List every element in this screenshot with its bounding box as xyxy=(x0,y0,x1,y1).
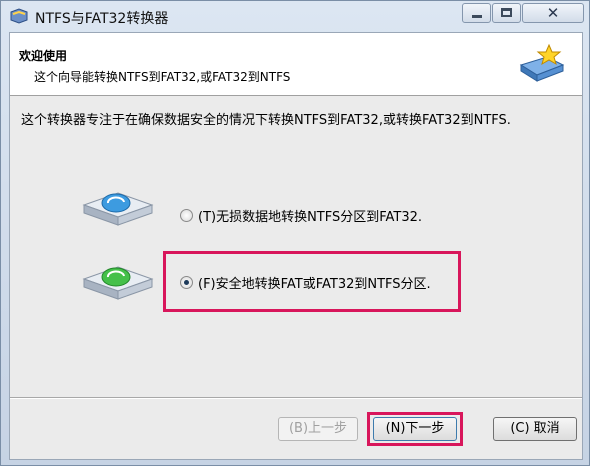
header-title: 欢迎使用 xyxy=(19,49,68,63)
title-bar[interactable]: NTFS与FAT32转换器 ✕ xyxy=(1,1,589,33)
wizard-header: 欢迎使用 这个向导能转换NTFS到FAT32,或FAT32到NTFS xyxy=(10,33,582,96)
window-title: NTFS与FAT32转换器 xyxy=(35,11,169,27)
app-icon xyxy=(10,8,28,24)
footer-divider xyxy=(10,397,582,399)
drive-star-icon xyxy=(519,43,565,82)
radio-ntfs-to-fat32[interactable] xyxy=(180,209,193,222)
drive-blue-arrow-icon xyxy=(82,192,154,226)
maximize-button[interactable] xyxy=(492,3,521,23)
option-label: (F)安全地转换FAT或FAT32到NTFS分区. xyxy=(198,277,431,292)
next-button[interactable]: (N)下一步 xyxy=(373,417,457,441)
cancel-button[interactable]: (C) 取消 xyxy=(493,417,577,441)
radio-fat-to-ntfs[interactable] xyxy=(180,276,193,289)
drive-green-arrow-icon xyxy=(82,266,154,300)
option-ntfs-to-fat32[interactable]: (T)无损数据地转换NTFS分区到FAT32. xyxy=(180,206,422,225)
close-icon: ✕ xyxy=(546,4,560,22)
minimize-button[interactable] xyxy=(462,3,491,23)
installer-window: NTFS与FAT32转换器 ✕ 欢迎使用 这个向导能转换NTFS到FAT32,或… xyxy=(0,0,590,466)
option-label: (T)无损数据地转换NTFS分区到FAT32. xyxy=(198,210,423,225)
option-fat-to-ntfs[interactable]: (F)安全地转换FAT或FAT32到NTFS分区. xyxy=(180,273,431,292)
close-button[interactable]: ✕ xyxy=(522,3,584,23)
intro-text: 这个转换器专注于在确保数据安全的情况下转换NTFS到FAT32,或转换FAT32… xyxy=(21,113,511,128)
back-button[interactable]: (B)上一步 xyxy=(278,417,358,441)
header-subtitle: 这个向导能转换NTFS到FAT32,或FAT32到NTFS xyxy=(34,70,291,84)
wizard-body: 欢迎使用 这个向导能转换NTFS到FAT32,或FAT32到NTFS 这个转换器… xyxy=(9,32,583,460)
